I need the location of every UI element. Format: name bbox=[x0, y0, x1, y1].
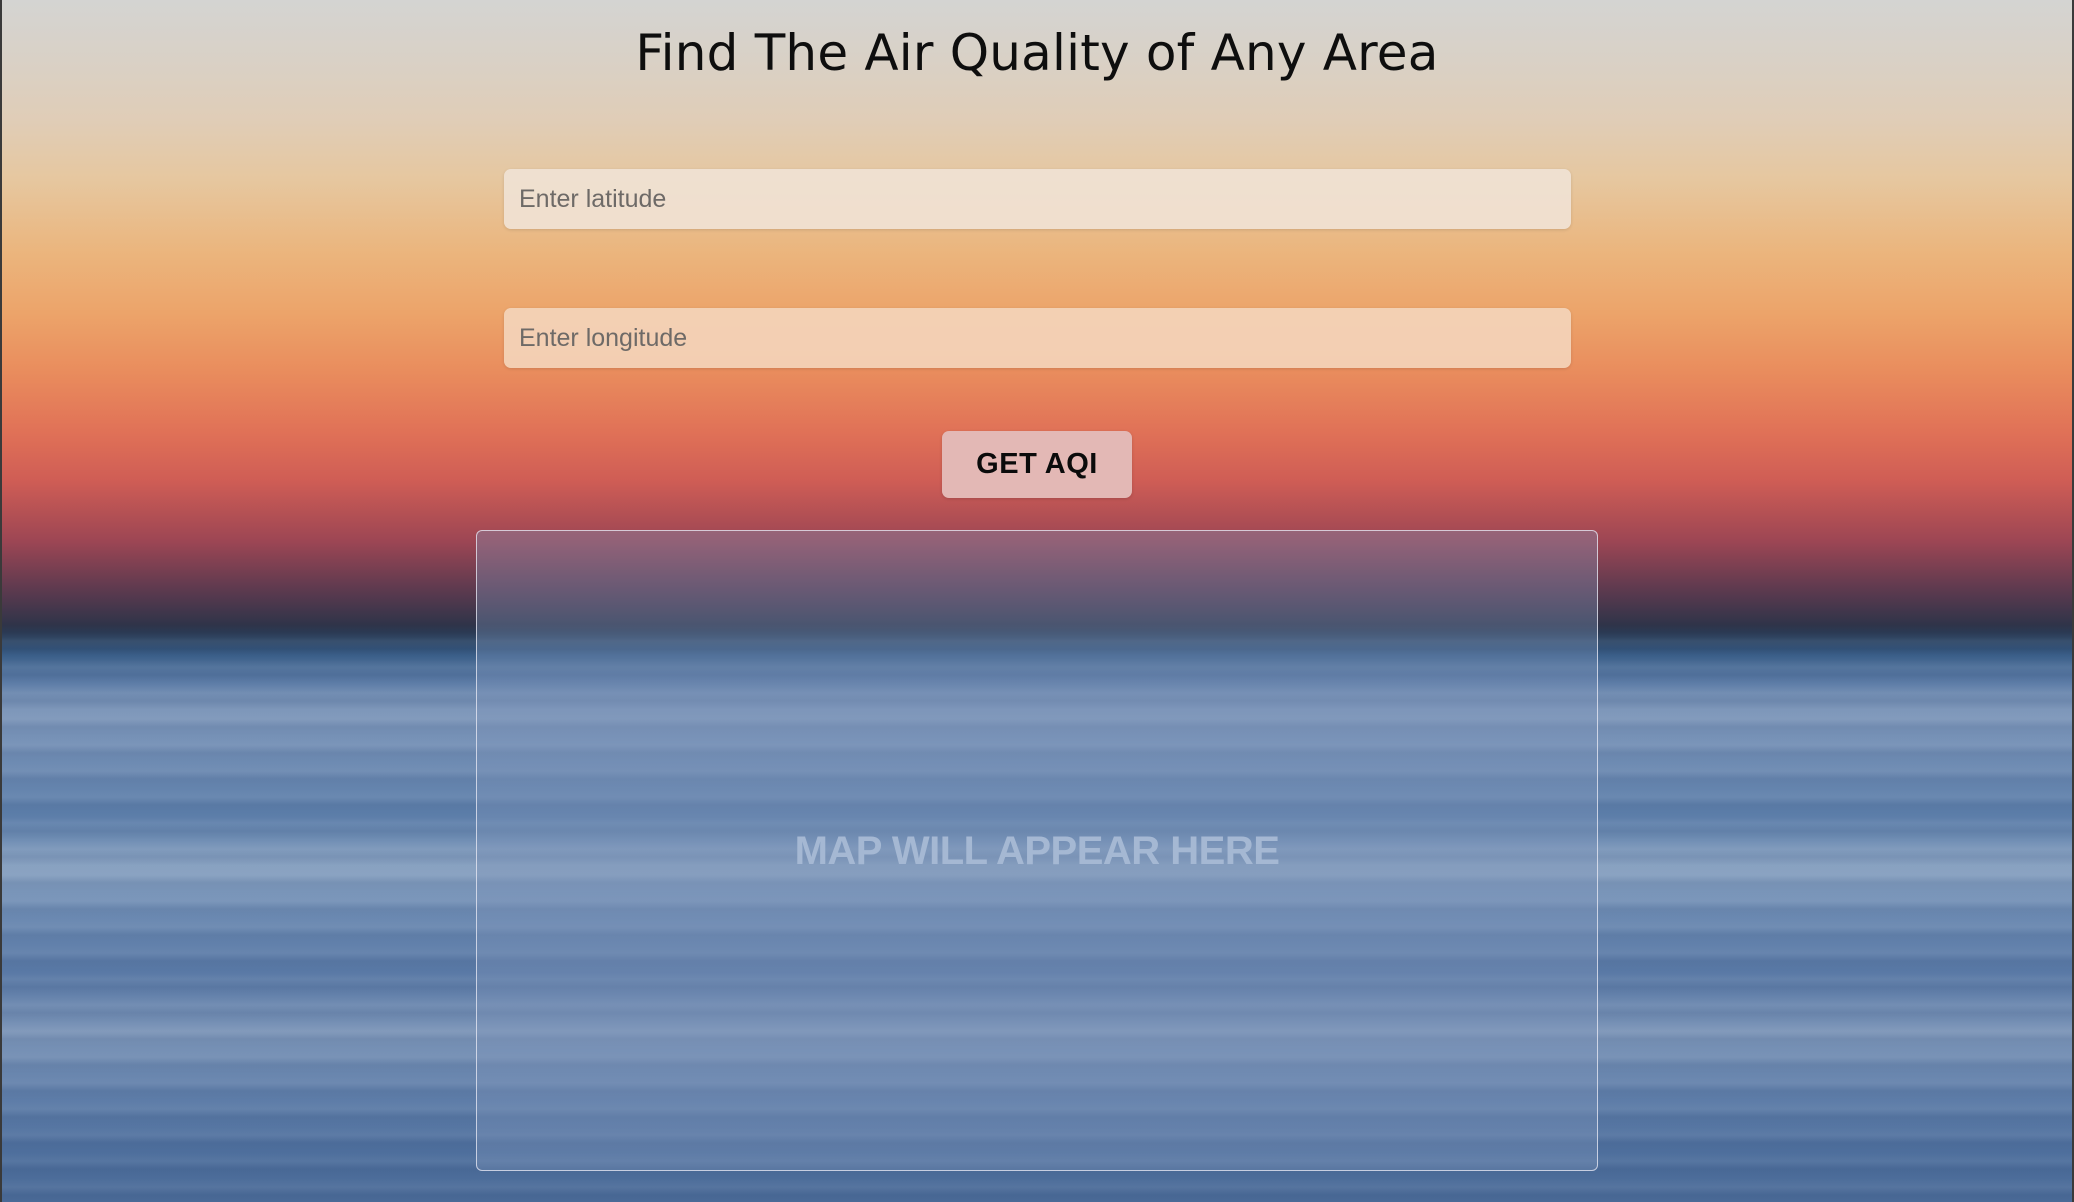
map-container[interactable]: MAP WILL APPEAR HERE bbox=[476, 530, 1598, 1171]
longitude-input[interactable] bbox=[504, 308, 1571, 368]
map-placeholder-text: MAP WILL APPEAR HERE bbox=[794, 828, 1280, 873]
latitude-input[interactable] bbox=[504, 169, 1571, 229]
window-edge-left bbox=[0, 0, 2, 1202]
page-title: Find The Air Quality of Any Area bbox=[635, 24, 1439, 82]
get-aqi-button[interactable]: GET AQI bbox=[942, 431, 1132, 498]
